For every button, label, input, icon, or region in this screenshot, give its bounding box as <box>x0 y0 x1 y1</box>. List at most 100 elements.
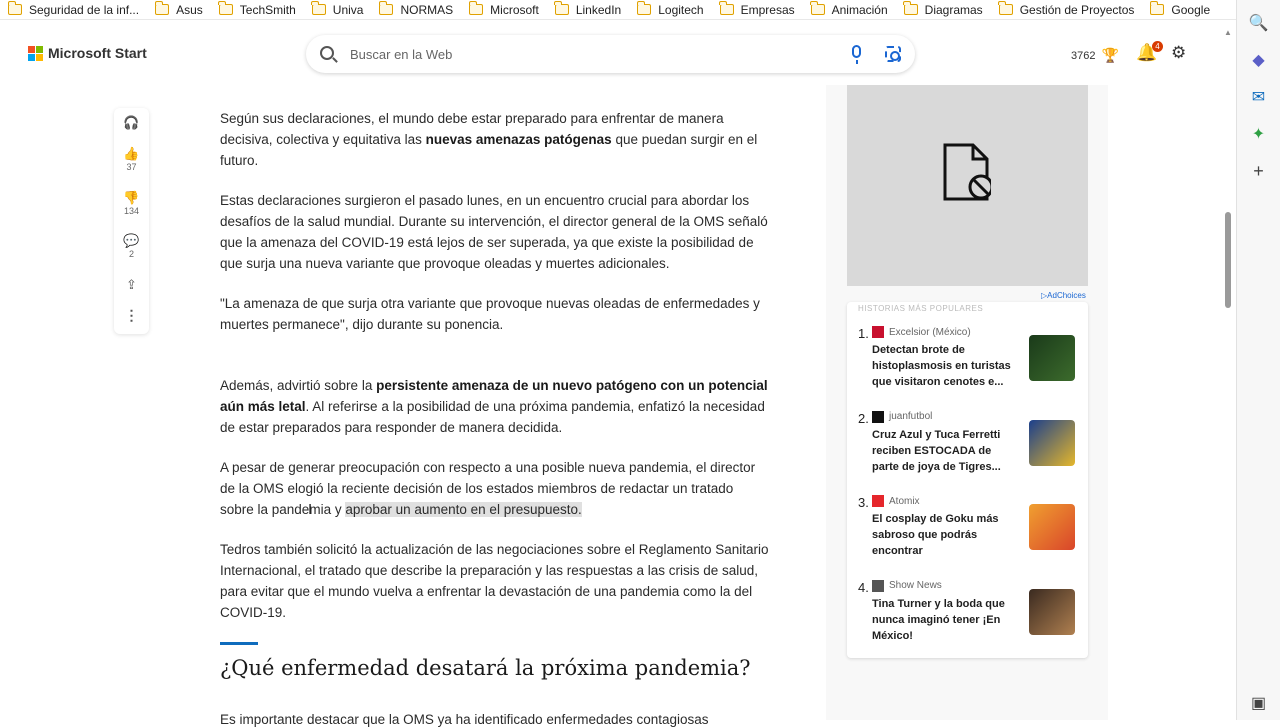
bookmark-label: NORMAS <box>400 2 454 17</box>
story-item[interactable]: 4. Show News Tina Turner y la boda que nun… <box>847 556 1088 642</box>
bookmark-label: Univa <box>332 2 364 17</box>
bookmark-item[interactable]: Diagramas <box>896 0 991 20</box>
story-title[interactable]: El cosplay de Goku más sabroso que podrá… <box>872 511 1012 559</box>
folder-icon <box>554 1 569 15</box>
notification-badge: 4 <box>1152 41 1163 52</box>
listen-button[interactable]: 🎧 <box>114 115 149 131</box>
section-heading: ¿Qué enfermedad desatará la próxima pand… <box>220 656 751 680</box>
story-thumbnail[interactable] <box>1029 419 1075 466</box>
paragraph: Estas declaraciones surgieron el pasado … <box>220 193 768 271</box>
paragraph: Tedros también solicitó la actualización… <box>220 542 769 620</box>
comment-icon: 💬 <box>123 233 140 248</box>
bookmark-item[interactable]: Google <box>1142 0 1218 20</box>
thumbs-down-icon: 👎 <box>123 190 140 205</box>
story-item[interactable]: 1. Excelsior (México) Detectan brote de hi… <box>847 302 1088 388</box>
story-source: Excelsior (México) <box>872 326 971 338</box>
bookmark-label: Empresas <box>740 2 795 17</box>
story-rank: 4. <box>858 579 869 595</box>
bookmark-item[interactable]: Seguridad de la inf... <box>0 0 147 20</box>
bookmarks-bar: Seguridad de la inf... Asus TechSmith Univa… <box>0 0 1236 20</box>
bookmark-label: Logitech <box>658 2 704 17</box>
bookmark-label: Gestión de Proyectos <box>1019 2 1135 17</box>
site-header: Microsoft Start 3762 🏆 🔔 4 ⚙ <box>0 21 1236 85</box>
bookmark-label: LinkedIn <box>575 2 622 17</box>
folder-icon <box>311 1 326 15</box>
like-button[interactable]: 👍 37 <box>114 146 149 172</box>
story-rank: 3. <box>858 495 869 510</box>
copilot-icon[interactable]: ◆ <box>1245 46 1273 74</box>
blocked-document-icon <box>943 143 991 201</box>
search-icon[interactable]: 🔍 <box>1245 9 1273 37</box>
paragraph: "La amenaza de que surja otra variante q… <box>220 296 760 332</box>
story-source: Show News <box>872 579 942 592</box>
bookmark-item[interactable]: TechSmith <box>211 0 304 20</box>
paragraph: A pesar de generar preocupación con resp… <box>220 460 756 517</box>
dislike-button[interactable]: 👎 134 <box>114 190 149 216</box>
bookmark-item[interactable]: LinkedIn <box>547 0 629 20</box>
story-thumbnail[interactable] <box>1029 335 1075 381</box>
folder-icon <box>998 1 1013 15</box>
bookmark-label: TechSmith <box>239 2 296 17</box>
search-input[interactable] <box>350 44 830 64</box>
comment-count: 2 <box>128 249 134 259</box>
scroll-up-arrow[interactable]: ▲ <box>1224 28 1232 37</box>
article-body: Según sus declaraciones, el mundo debe e… <box>220 108 770 682</box>
more-options-icon[interactable]: ⋮ <box>114 307 149 324</box>
folder-icon <box>7 1 22 15</box>
bookmark-item[interactable]: Asus <box>147 0 211 20</box>
folder-icon <box>636 1 652 15</box>
comments-button[interactable]: 💬 2 <box>114 233 149 259</box>
dislike-count: 134 <box>123 206 140 216</box>
story-item[interactable]: 3. Atomix El cosplay de Goku más sabroso q… <box>847 471 1088 557</box>
share-icon: ⇪ <box>126 277 137 292</box>
search-icon <box>320 46 334 60</box>
outlook-icon[interactable]: ✉ <box>1245 83 1273 111</box>
bookmark-item[interactable]: Univa <box>304 0 372 20</box>
story-title[interactable]: Tina Turner y la boda que nunca imaginó … <box>872 596 1012 644</box>
bookmark-label: Seguridad de la inf... <box>29 2 140 17</box>
headphones-icon: 🎧 <box>123 115 140 130</box>
story-source: Atomix <box>872 495 920 507</box>
folder-icon <box>468 1 484 15</box>
visual-search-icon[interactable] <box>885 46 901 62</box>
bookmark-item[interactable]: Empresas <box>712 0 803 20</box>
folder-icon <box>378 1 394 15</box>
bookmark-label: Diagramas <box>924 2 983 17</box>
points-value: 3762 <box>1071 49 1096 62</box>
story-title[interactable]: Detectan brote de histoplasmosis en turi… <box>872 342 1012 390</box>
microphone-icon[interactable] <box>852 45 861 64</box>
bookmark-item[interactable]: Microsoft <box>461 0 547 20</box>
folder-icon <box>719 1 734 15</box>
source-logo-icon <box>872 326 884 338</box>
paragraph: Según sus declaraciones, el mundo debe e… <box>220 111 758 168</box>
gear-icon[interactable]: ⚙ <box>1171 43 1186 63</box>
adchoices-link[interactable]: ▷AdChoices <box>1041 291 1086 300</box>
bookmark-item[interactable]: NORMAS <box>371 0 461 20</box>
sidebar-toggle-icon[interactable]: ▣ <box>1245 689 1273 717</box>
folder-icon <box>1149 1 1165 15</box>
logo-text: Microsoft Start <box>48 45 147 61</box>
tools-icon[interactable]: ✦ <box>1245 120 1273 148</box>
scrollbar[interactable] <box>1222 28 1234 720</box>
search-box[interactable] <box>306 35 915 73</box>
folder-icon <box>903 1 918 15</box>
scrollbar-thumb[interactable] <box>1225 212 1231 308</box>
bookmark-item[interactable]: Logitech <box>629 0 711 20</box>
story-thumbnail[interactable] <box>1029 588 1075 635</box>
microsoft-start-logo[interactable]: Microsoft Start <box>28 45 147 61</box>
share-button[interactable]: ⇪ <box>114 277 149 293</box>
story-rank: 2. <box>858 410 869 426</box>
selected-text: aprobar un aumento en el presupuesto. <box>345 502 582 517</box>
add-icon[interactable]: + <box>1245 157 1273 185</box>
folder-icon <box>218 1 233 15</box>
story-title[interactable]: Cruz Azul y Tuca Ferretti reciben ESTOCA… <box>872 427 1012 475</box>
story-rank: 1. <box>858 326 869 341</box>
like-count: 37 <box>126 162 137 172</box>
story-thumbnail[interactable] <box>1029 504 1075 550</box>
story-item[interactable]: 2. juanfutbol Cruz Azul y Tuca Ferretti re… <box>847 387 1088 473</box>
source-logo-icon <box>872 495 884 507</box>
bookmark-item[interactable]: Animación <box>803 0 896 20</box>
bookmark-item[interactable]: Gestión de Proyectos <box>991 0 1143 20</box>
rewards-points[interactable]: 3762 🏆 <box>1071 47 1119 64</box>
bookmark-label: Asus <box>176 2 203 17</box>
